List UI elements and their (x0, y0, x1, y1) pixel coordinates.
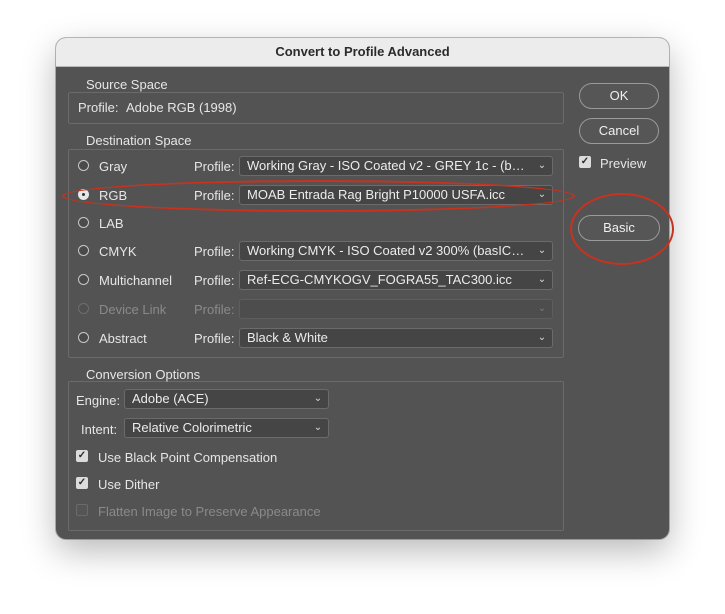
gray-profile-value: Working Gray - ISO Coated v2 - GREY 1c -… (247, 158, 530, 173)
abstract-label[interactable]: Abstract (99, 331, 147, 346)
lab-radio[interactable] (78, 217, 89, 228)
cmyk-profile-value: Working CMYK - ISO Coated v2 300% (basIC… (247, 243, 530, 258)
black-point-label[interactable]: Use Black Point Compensation (98, 450, 277, 465)
basic-button[interactable]: Basic (578, 215, 660, 241)
chevron-down-icon: ⌄ (537, 245, 547, 256)
dither-checkbox[interactable]: ✓ (76, 477, 88, 489)
rgb-radio[interactable] (78, 189, 89, 200)
checkmark-icon: ✓ (580, 156, 590, 167)
source-profile-value: Adobe RGB (1998) (126, 100, 237, 115)
intent-label: Intent: (81, 422, 118, 437)
checkmark-icon: ✓ (77, 477, 87, 488)
abstract-profile-value: Black & White (247, 330, 328, 345)
ok-button[interactable]: OK (579, 83, 659, 109)
cmyk-label[interactable]: CMYK (99, 244, 137, 259)
multichannel-profile-label: Profile: (194, 273, 235, 288)
engine-label: Engine: (76, 393, 121, 408)
rgb-profile-label: Profile: (194, 188, 235, 203)
chevron-down-icon: ⌄ (537, 274, 547, 285)
window-title: Convert to Profile Advanced (56, 38, 669, 67)
flatten-label: Flatten Image to Preserve Appearance (98, 504, 321, 519)
engine-value: Adobe (ACE) (132, 391, 209, 406)
preview-checkbox[interactable]: ✓ (579, 156, 591, 168)
flatten-checkbox (76, 504, 88, 516)
preview-label[interactable]: Preview (600, 156, 646, 171)
cancel-button[interactable]: Cancel (579, 118, 659, 144)
chevron-down-icon: ⌄ (313, 422, 323, 433)
device-link-radio (78, 303, 89, 314)
chevron-down-icon: ⌄ (537, 189, 547, 200)
multichannel-profile-value: Ref-ECG-CMYKOGV_FOGRA55_TAC300.icc (247, 272, 512, 287)
chevron-down-icon: ⌄ (537, 332, 547, 343)
rgb-profile-value: MOAB Entrada Rag Bright P10000 USFA.icc (247, 187, 505, 202)
multichannel-profile-select[interactable]: Ref-ECG-CMYKOGV_FOGRA55_TAC300.icc ⌄ (239, 270, 553, 290)
cmyk-profile-label: Profile: (194, 244, 235, 259)
abstract-radio[interactable] (78, 332, 89, 343)
device-link-profile-select: ⌄ (239, 299, 553, 319)
conversion-options-title: Conversion Options (86, 367, 201, 382)
intent-value: Relative Colorimetric (132, 420, 252, 435)
multichannel-label[interactable]: Multichannel (99, 273, 172, 288)
rgb-label[interactable]: RGB (99, 188, 127, 203)
cmyk-radio[interactable] (78, 245, 89, 256)
abstract-profile-select[interactable]: Black & White ⌄ (239, 328, 553, 348)
device-link-profile-label: Profile: (194, 302, 235, 317)
black-point-checkbox[interactable]: ✓ (76, 450, 88, 462)
chevron-down-icon: ⌄ (313, 393, 323, 404)
lab-label[interactable]: LAB (99, 216, 124, 231)
destination-space-title: Destination Space (86, 133, 192, 148)
device-link-label: Device Link (99, 302, 167, 317)
source-profile-label: Profile: (78, 100, 119, 115)
checkmark-icon: ✓ (77, 450, 87, 461)
rgb-profile-select[interactable]: MOAB Entrada Rag Bright P10000 USFA.icc … (239, 185, 553, 205)
chevron-down-icon: ⌄ (537, 303, 547, 314)
intent-select[interactable]: Relative Colorimetric ⌄ (124, 418, 329, 438)
dither-label[interactable]: Use Dither (98, 477, 159, 492)
gray-profile-label: Profile: (194, 159, 235, 174)
gray-label[interactable]: Gray (99, 159, 127, 174)
gray-profile-select[interactable]: Working Gray - ISO Coated v2 - GREY 1c -… (239, 156, 553, 176)
source-space-title: Source Space (86, 77, 168, 92)
abstract-profile-label: Profile: (194, 331, 235, 346)
gray-radio[interactable] (78, 160, 89, 171)
dialog-window: Convert to Profile Advanced Source Space… (56, 38, 669, 539)
multichannel-radio[interactable] (78, 274, 89, 285)
chevron-down-icon: ⌄ (537, 160, 547, 171)
cmyk-profile-select[interactable]: Working CMYK - ISO Coated v2 300% (basIC… (239, 241, 553, 261)
engine-select[interactable]: Adobe (ACE) ⌄ (124, 389, 329, 409)
